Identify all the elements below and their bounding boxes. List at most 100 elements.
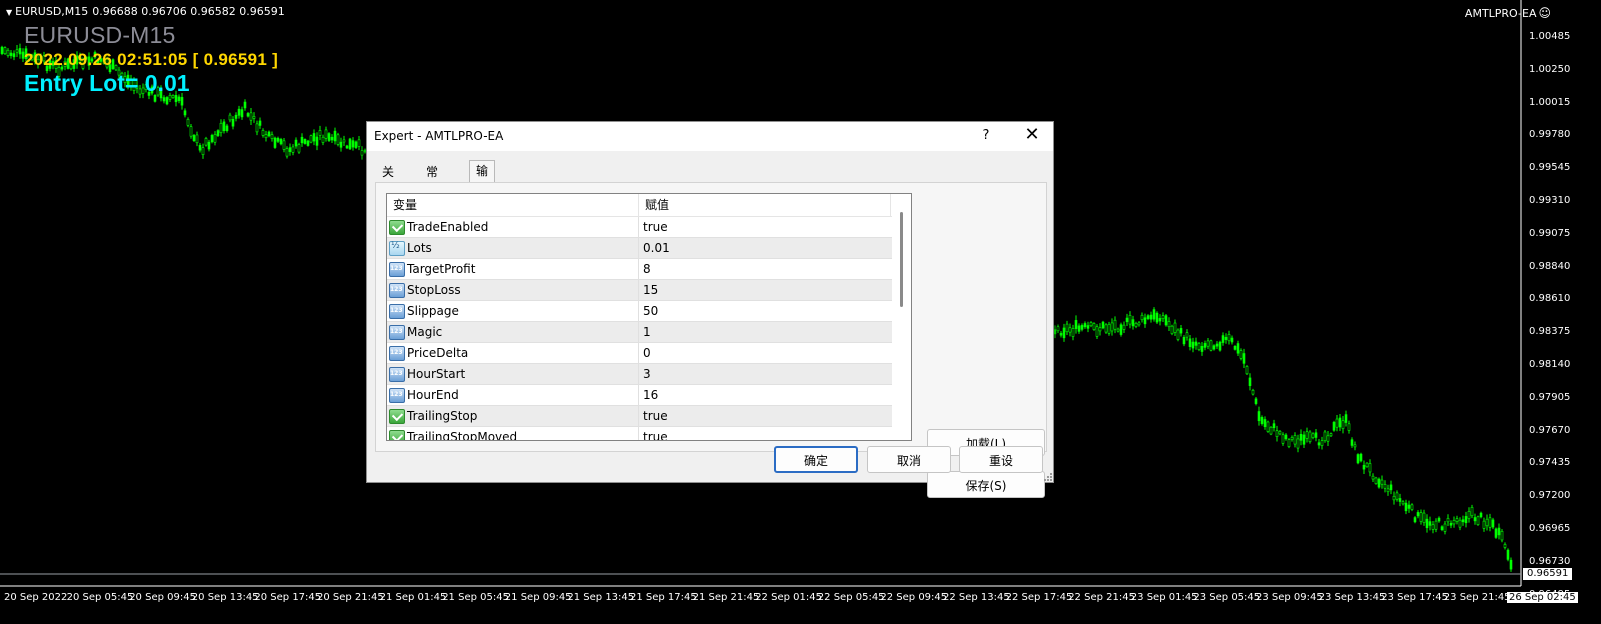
- table-row[interactable]: TradeEnabled true: [387, 217, 892, 238]
- param-value[interactable]: 8: [643, 259, 651, 279]
- table-row[interactable]: TrailingStopMoved true: [387, 427, 892, 440]
- column-divider: [890, 194, 891, 216]
- boolean-icon: [389, 409, 405, 424]
- candle-body: [1080, 325, 1084, 330]
- param-value[interactable]: true: [643, 406, 668, 426]
- table-row[interactable]: PriceDelta 0: [387, 343, 892, 364]
- candle-body: [360, 150, 364, 156]
- candle-body: [177, 96, 181, 101]
- tab-common[interactable]: 常用: [419, 161, 445, 200]
- time-tick-label: 22 Sep 05:45: [817, 592, 885, 603]
- candle-body: [270, 134, 274, 139]
- candle-body: [1260, 417, 1264, 424]
- param-value[interactable]: 0: [643, 343, 651, 363]
- params-scrollbar[interactable]: [893, 194, 910, 440]
- candle-body: [1185, 332, 1189, 338]
- candle-body: [210, 134, 214, 143]
- candle-body: [1077, 325, 1081, 332]
- tab-about[interactable]: 关于: [375, 161, 401, 200]
- candle-body: [1401, 501, 1405, 505]
- reset-button[interactable]: 重设: [959, 446, 1043, 473]
- candle-body: [1416, 512, 1420, 517]
- param-value[interactable]: 15: [643, 280, 658, 300]
- close-icon[interactable]: ✕: [1017, 125, 1047, 147]
- candle-body: [1290, 437, 1294, 440]
- column-header-variable[interactable]: 变量: [393, 194, 417, 216]
- param-name: PriceDelta: [407, 346, 469, 360]
- candle-body: [12, 53, 16, 58]
- table-row[interactable]: Magic 1: [387, 322, 892, 343]
- param-name: StopLoss: [407, 283, 461, 297]
- tab-inputs[interactable]: 输入参数: [469, 160, 496, 241]
- candle-body: [348, 138, 352, 150]
- overlay-symbol: EURUSD-M15: [24, 22, 176, 48]
- table-row[interactable]: Lots 0.01: [387, 238, 892, 259]
- time-tick-label: 22 Sep 13:45: [943, 592, 1010, 603]
- candle-body: [1119, 324, 1123, 335]
- ok-button[interactable]: 确定: [774, 446, 858, 473]
- candle-body: [1233, 345, 1237, 350]
- time-tick-label: 26 Sep 02:45: [1507, 592, 1578, 603]
- candle-body: [1299, 433, 1303, 441]
- candle-body: [1491, 519, 1495, 528]
- dialog-titlebar[interactable]: Expert - AMTLPRO-EA ? ✕: [367, 122, 1053, 151]
- column-header-value[interactable]: 赋值: [645, 194, 669, 216]
- candle-body: [1089, 322, 1093, 327]
- param-value[interactable]: 16: [643, 385, 658, 405]
- table-row[interactable]: StopLoss 15: [387, 280, 892, 301]
- candle-body: [1503, 544, 1507, 548]
- candle-body: [1437, 517, 1441, 522]
- expert-label[interactable]: AMTLPRO-EA ☺: [1465, 6, 1551, 20]
- candle-body: [1350, 439, 1354, 446]
- param-value[interactable]: 0.01: [643, 238, 670, 258]
- table-row[interactable]: HourEnd 16: [387, 385, 892, 406]
- candle-body: [0, 46, 4, 54]
- candle-body: [1128, 315, 1132, 325]
- scroll-thumb[interactable]: [900, 212, 903, 307]
- candle-body: [1482, 520, 1486, 529]
- candle-body: [1362, 464, 1366, 470]
- price-tick-label: 1.00485: [1529, 31, 1571, 42]
- candle-body: [1182, 337, 1186, 345]
- param-value[interactable]: 3: [643, 364, 651, 384]
- candle-body: [216, 130, 220, 136]
- param-value[interactable]: true: [643, 427, 668, 440]
- candle-body: [1104, 324, 1108, 333]
- help-icon[interactable]: ?: [971, 126, 1001, 148]
- table-row[interactable]: Slippage 50: [387, 301, 892, 322]
- integer-icon: [389, 304, 405, 319]
- candle-body: [1386, 488, 1390, 493]
- time-tick-label: 22 Sep 17:45: [1005, 592, 1073, 603]
- candle-body: [1395, 492, 1399, 500]
- candle-body: [1284, 434, 1288, 440]
- param-value[interactable]: true: [643, 217, 668, 237]
- candle-body: [201, 147, 205, 155]
- table-row[interactable]: TrailingStop true: [387, 406, 892, 427]
- resize-grip-icon[interactable]: [1044, 473, 1052, 481]
- candle-body: [1302, 434, 1306, 445]
- overlay-entry-lot: Entry Lot= 0.01: [24, 70, 190, 96]
- cancel-button[interactable]: 取消: [867, 446, 951, 473]
- save-button[interactable]: 保存(S): [927, 471, 1045, 498]
- param-value[interactable]: 1: [643, 322, 651, 342]
- triangle-down-icon[interactable]: ▼: [6, 8, 12, 17]
- params-rows: TradeEnabledtrue Lots0.01 TargetProfit8 …: [387, 217, 892, 440]
- candle-body: [1281, 434, 1285, 444]
- param-value[interactable]: 50: [643, 301, 658, 321]
- table-row[interactable]: TargetProfit 8: [387, 259, 892, 280]
- table-row[interactable]: HourStart 3: [387, 364, 892, 385]
- candle-body: [246, 113, 250, 117]
- candle-body: [228, 114, 232, 121]
- candle-body: [1479, 512, 1483, 518]
- candle-body: [1161, 315, 1165, 319]
- candle-body: [240, 109, 244, 118]
- candle-body: [198, 145, 202, 151]
- candle-body: [165, 97, 169, 105]
- candle-body: [1179, 328, 1183, 334]
- candle-body: [180, 97, 184, 106]
- candle-body: [1164, 315, 1168, 326]
- candle-body: [306, 140, 310, 146]
- candle-body: [1146, 315, 1150, 319]
- candle-body: [273, 137, 277, 148]
- candle-body: [1440, 526, 1444, 531]
